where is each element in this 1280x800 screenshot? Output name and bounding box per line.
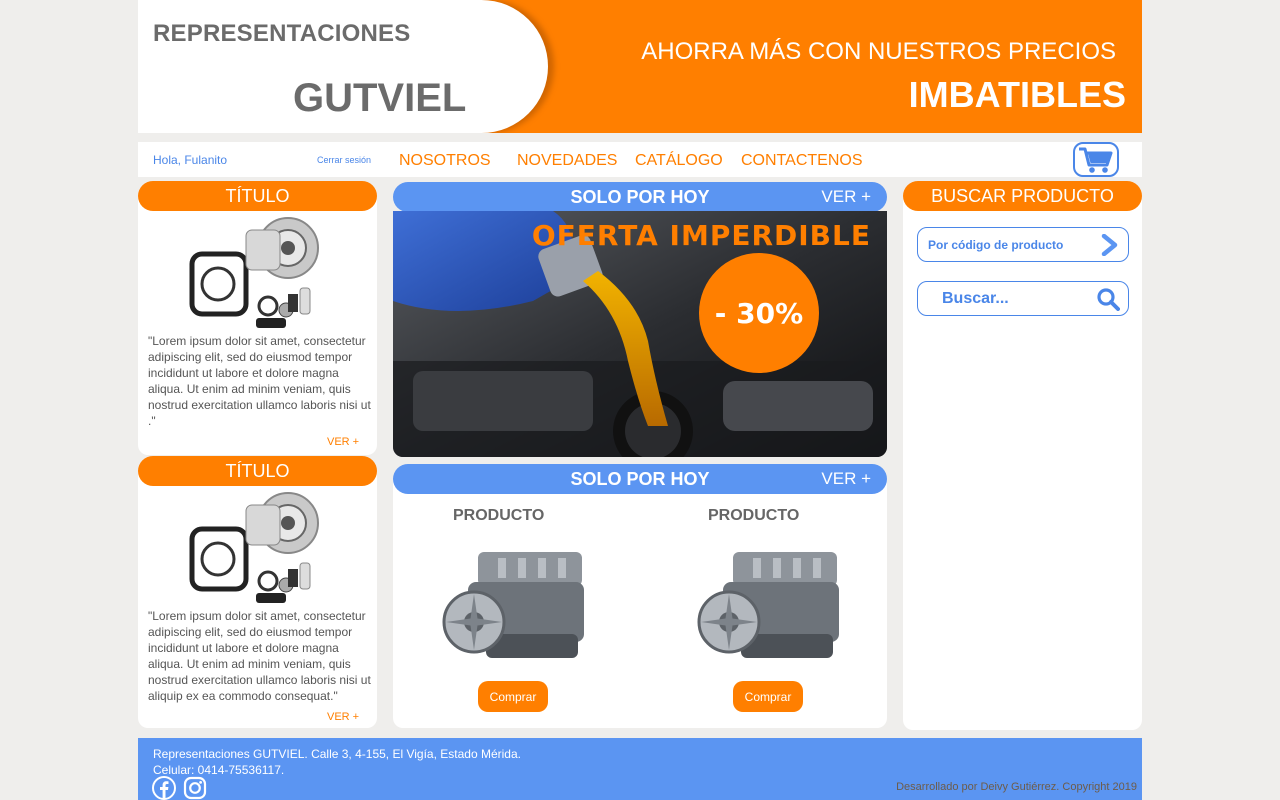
search-panel [903, 195, 1142, 730]
card-more-link-1[interactable]: VER + [327, 436, 359, 448]
footer-address: Representaciones GUTVIEL. Calle 3, 4-155… [153, 747, 521, 761]
promo-banner[interactable]: OFERTA IMPERDIBLE - 30% [393, 211, 887, 457]
cart-button[interactable] [1073, 142, 1119, 177]
site-footer: Representaciones GUTVIEL. Calle 3, 4-155… [138, 738, 1142, 800]
card-title-1: TÍTULO [138, 181, 377, 211]
search-header: BUSCAR PRODUCTO [903, 181, 1142, 211]
search-placeholder: Buscar... [942, 290, 1009, 307]
product-code-search[interactable]: Por código de producto [917, 227, 1129, 262]
engine-block-image[interactable] [693, 538, 845, 672]
card-text-1: "Lorem ipsum dolor sit amet, consectetur… [148, 334, 371, 428]
buy-button-2[interactable]: Comprar [733, 681, 803, 712]
nav-item-novedades[interactable]: NOVEDADES [517, 152, 617, 170]
tagline: AHORRA MÁS CON NUESTROS PRECIOS [641, 38, 1116, 65]
tagline-highlight: IMBATIBLES [908, 74, 1126, 115]
promo-header-label: SOLO POR HOY [570, 186, 710, 207]
card-text-2: "Lorem ipsum dolor sit amet, consectetur… [148, 609, 371, 703]
user-greeting: Hola, Fulanito [153, 153, 228, 167]
turbocharger-kit-image [189, 492, 319, 603]
nav-item-nosotros[interactable]: NOSOTROS [399, 152, 491, 170]
products-more-link[interactable]: VER + [821, 469, 871, 489]
nav-bar: Hola, Fulanito Cerrar sesión NOSOTROS NO… [138, 142, 1142, 177]
shopping-cart-icon [1079, 147, 1113, 173]
nav-item-catalogo[interactable]: CATÁLOGO [635, 152, 723, 170]
product-title-2: PRODUCTO [708, 507, 800, 524]
products-header: SOLO POR HOY VER + [393, 464, 887, 494]
card-more-link-2[interactable]: VER + [327, 711, 359, 723]
promo-more-link[interactable]: VER + [821, 187, 871, 207]
turbocharger-kit-image [189, 217, 319, 328]
products-header-label: SOLO POR HOY [570, 468, 710, 489]
logo[interactable]: REPRESENTACIONES GUTVIEL [138, 0, 548, 133]
search-input[interactable]: Buscar... [917, 281, 1129, 316]
product-title-1: PRODUCTO [453, 507, 545, 524]
logo-subtitle: REPRESENTACIONES [153, 20, 411, 47]
instagram-icon[interactable] [183, 776, 207, 800]
engine-block-image[interactable] [438, 538, 590, 672]
buy-button-1[interactable]: Comprar [478, 681, 548, 712]
search-icon[interactable] [1096, 287, 1120, 311]
footer-copyright: Desarrollado por Deivy Gutiérrez. Copyri… [896, 781, 1137, 793]
logout-link[interactable]: Cerrar sesión [317, 155, 371, 165]
footer-phone: Celular: 0414-75536117. [153, 763, 285, 777]
chevron-right-icon[interactable] [1098, 234, 1120, 256]
discount-badge: - 30% [699, 253, 819, 373]
logo-title: GUTVIEL [293, 76, 467, 120]
card-title-2: TÍTULO [138, 456, 377, 486]
site-header: REPRESENTACIONES GUTVIEL AHORRA MÁS CON … [138, 0, 1142, 133]
nav-item-contactenos[interactable]: CONTACTENOS [741, 152, 862, 170]
promo-header: SOLO POR HOY VER + [393, 182, 887, 212]
facebook-icon[interactable] [152, 776, 176, 800]
product-code-label: Por código de producto [928, 238, 1064, 252]
promo-title: OFERTA IMPERDIBLE [531, 219, 871, 252]
